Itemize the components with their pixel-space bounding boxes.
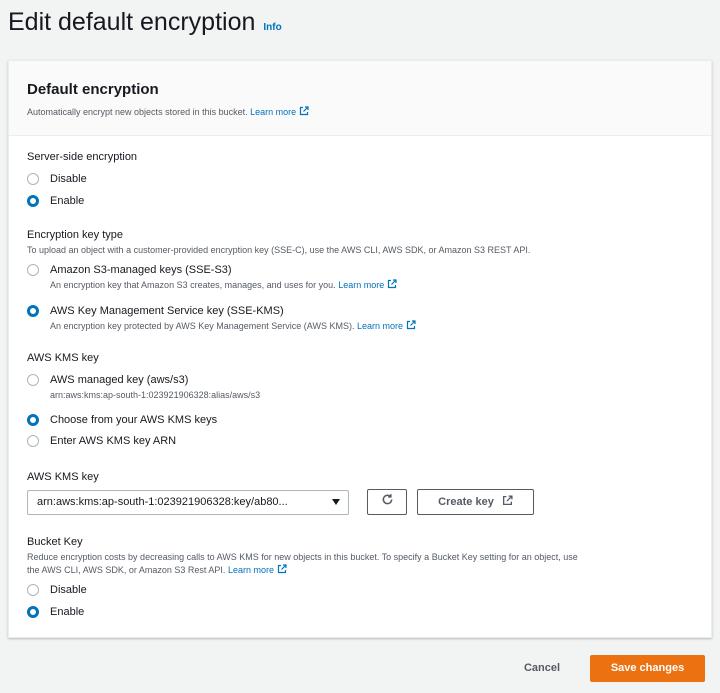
radio-label: Disable: [50, 584, 87, 596]
choose-kms-key-radio[interactable]: Choose from your AWS KMS keys: [27, 413, 217, 427]
panel-description: Automatically encrypt new objects stored…: [27, 106, 711, 118]
bucket-key-enable-radio[interactable]: Enable: [27, 605, 84, 619]
bucket-key-label: Bucket Key: [27, 536, 83, 548]
sse-disable-radio[interactable]: Disable: [27, 172, 87, 186]
create-key-label: Create key: [438, 496, 494, 508]
caret-down-icon: [332, 499, 340, 505]
sse-enable-radio[interactable]: Enable: [27, 194, 84, 208]
radio-label: Amazon S3-managed keys (SSE-S3): [50, 264, 232, 276]
info-link[interactable]: Info: [263, 22, 281, 33]
external-link-icon: [502, 495, 513, 509]
enter-kms-arn-radio[interactable]: Enter AWS KMS key ARN: [27, 434, 176, 448]
radio-unchecked-icon: [27, 584, 39, 596]
sse-s3-description-text: An encryption key that Amazon S3 creates…: [50, 280, 336, 290]
radio-unchecked-icon: [27, 264, 39, 276]
learn-more-label: Learn more: [227, 565, 274, 575]
learn-more-link[interactable]: Learn more: [250, 106, 309, 117]
panel-title: Default encryption: [27, 81, 159, 98]
default-encryption-panel: Default encryption Automatically encrypt…: [8, 60, 712, 638]
radio-label: Disable: [50, 173, 87, 185]
save-changes-button[interactable]: Save changes: [590, 655, 705, 682]
radio-checked-icon: [27, 305, 39, 317]
radio-checked-icon: [27, 414, 39, 426]
aws-managed-key-radio[interactable]: AWS managed key (aws/s3): [27, 373, 188, 387]
bucket-key-description-line1: Reduce encryption costs by decreasing ca…: [27, 552, 578, 562]
radio-label: AWS managed key (aws/s3): [50, 374, 189, 386]
radio-label: Enable: [50, 195, 85, 207]
learn-more-link[interactable]: Learn more: [338, 279, 397, 290]
bucket-key-description-line2: the AWS CLI, AWS SDK, or Amazon S3 Rest …: [27, 564, 287, 576]
refresh-button[interactable]: [367, 489, 407, 515]
page-title: Edit default encryption Info: [8, 8, 282, 37]
sse-kms-description: An encryption key protected by AWS Key M…: [50, 320, 416, 332]
external-link-icon: [299, 106, 309, 116]
learn-more-link[interactable]: Learn more: [356, 320, 416, 331]
sse-kms-description-text: An encryption key protected by AWS Key M…: [50, 321, 355, 331]
bucket-key-disable-radio[interactable]: Disable: [27, 583, 87, 597]
radio-label: Enable: [50, 606, 85, 618]
bucket-key-description-text: the AWS CLI, AWS SDK, or Amazon S3 Rest …: [27, 565, 226, 575]
learn-more-label: Learn more: [338, 280, 385, 290]
panel-description-text: Automatically encrypt new objects stored…: [27, 107, 248, 117]
learn-more-link[interactable]: Learn more: [227, 564, 287, 575]
sse-s3-description: An encryption key that Amazon S3 creates…: [50, 279, 397, 291]
create-key-button[interactable]: Create key: [417, 489, 534, 515]
radio-unchecked-icon: [27, 435, 39, 447]
aws-kms-key-select-label: AWS KMS key: [27, 471, 99, 483]
learn-more-label: Learn more: [356, 321, 404, 331]
cancel-button[interactable]: Cancel: [512, 659, 572, 677]
page-title-text: Edit default encryption: [8, 8, 256, 36]
radio-label: AWS Key Management Service key (SSE-KMS): [50, 305, 284, 317]
server-side-encryption-label: Server-side encryption: [27, 151, 138, 163]
kms-key-select[interactable]: arn:aws:kms:ap-south-1:023921906328:key/…: [27, 490, 349, 515]
external-link-icon: [277, 564, 287, 574]
radio-checked-icon: [27, 195, 39, 207]
radio-unchecked-icon: [27, 173, 39, 185]
encryption-key-type-label: Encryption key type: [27, 229, 123, 241]
radio-checked-icon: [27, 606, 39, 618]
aws-kms-key-label: AWS KMS key: [27, 352, 99, 364]
radio-label: Choose from your AWS KMS keys: [50, 414, 218, 426]
learn-more-label: Learn more: [250, 107, 297, 117]
radio-unchecked-icon: [27, 374, 39, 386]
sse-s3-radio[interactable]: Amazon S3-managed keys (SSE-S3): [27, 263, 232, 277]
aws-managed-key-arn: arn:aws:kms:ap-south-1:023921906328:alia…: [50, 390, 261, 400]
panel-header: Default encryption Automatically encrypt…: [9, 61, 711, 136]
kms-key-select-value: arn:aws:kms:ap-south-1:023921906328:key/…: [37, 496, 288, 508]
external-link-icon: [387, 279, 397, 289]
encryption-key-type-description: To upload an object with a customer-prov…: [27, 245, 531, 255]
sse-kms-radio[interactable]: AWS Key Management Service key (SSE-KMS): [27, 304, 284, 318]
refresh-icon: [381, 493, 394, 511]
radio-label: Enter AWS KMS key ARN: [50, 435, 177, 447]
external-link-icon: [406, 320, 416, 330]
